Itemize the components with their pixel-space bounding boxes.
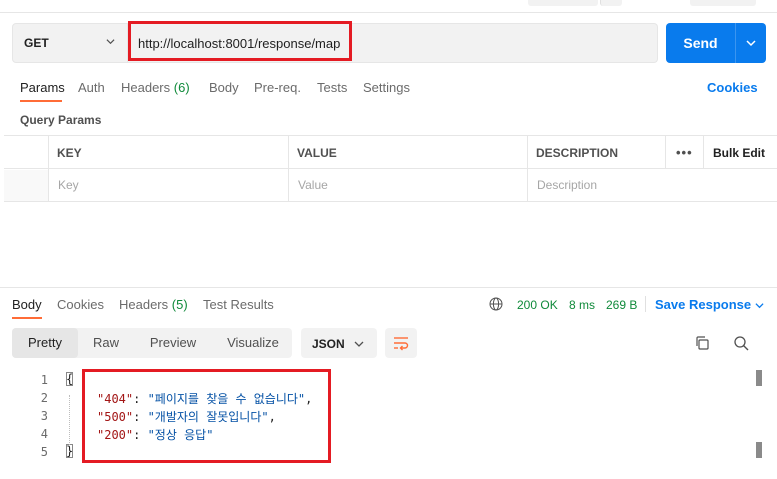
pane-divider[interactable] bbox=[0, 287, 777, 288]
chevron-down-icon bbox=[106, 39, 115, 45]
view-visualize[interactable]: Visualize bbox=[214, 328, 292, 358]
close-brace: } bbox=[66, 444, 74, 458]
tab-active-underline bbox=[20, 100, 62, 102]
line-number: 3 bbox=[40, 409, 48, 423]
bulk-edit-button[interactable]: Bulk Edit bbox=[713, 146, 765, 160]
send-divider bbox=[735, 23, 736, 63]
column-divider bbox=[288, 136, 289, 202]
cookies-link[interactable]: Cookies bbox=[707, 80, 758, 95]
toolbar-share-button[interactable] bbox=[690, 0, 756, 6]
tab-auth[interactable]: Auth bbox=[78, 80, 105, 95]
send-button[interactable]: Send bbox=[666, 23, 766, 63]
column-divider bbox=[703, 136, 704, 169]
toolbar-save-button[interactable] bbox=[528, 0, 598, 6]
chevron-down-icon bbox=[354, 341, 364, 347]
response-tab-headers[interactable]: Headers (5) bbox=[119, 297, 188, 312]
response-tab-body[interactable]: Body bbox=[12, 297, 42, 312]
tab-params[interactable]: Params bbox=[20, 80, 65, 95]
response-tab-cookies[interactable]: Cookies bbox=[57, 297, 104, 312]
open-brace: { bbox=[66, 372, 74, 386]
wrap-lines-button[interactable] bbox=[385, 328, 417, 358]
view-raw[interactable]: Raw bbox=[78, 328, 134, 358]
line-number: 4 bbox=[40, 427, 48, 441]
view-preview[interactable]: Preview bbox=[136, 328, 210, 358]
tab-headers-count: (6) bbox=[173, 80, 190, 95]
view-mode-selector: Pretty Raw Preview Visualize bbox=[12, 328, 292, 358]
line-number: 1 bbox=[40, 373, 48, 387]
format-select[interactable]: JSON bbox=[301, 328, 377, 358]
globe-icon[interactable] bbox=[489, 297, 503, 311]
search-icon[interactable] bbox=[733, 335, 749, 351]
column-divider bbox=[48, 136, 49, 202]
line-number: 2 bbox=[40, 391, 48, 405]
view-pretty[interactable]: Pretty bbox=[12, 328, 78, 358]
tab-headers-label: Headers bbox=[121, 80, 171, 95]
save-response-label: Save Response bbox=[655, 297, 752, 312]
tab-body[interactable]: Body bbox=[209, 80, 239, 95]
method-label: GET bbox=[24, 36, 49, 50]
url-highlight-box bbox=[128, 21, 352, 61]
column-header-description: DESCRIPTION bbox=[536, 146, 619, 160]
chevron-down-icon[interactable] bbox=[745, 37, 757, 49]
meta-divider bbox=[645, 296, 646, 312]
scrollbar-thumb[interactable] bbox=[756, 370, 762, 386]
status-code[interactable]: 200 OK bbox=[517, 298, 558, 312]
response-highlight-box bbox=[82, 369, 331, 463]
params-header-row bbox=[4, 136, 777, 169]
tab-headers[interactable]: Headers (6) bbox=[121, 80, 190, 95]
tab-pre-request[interactable]: Pre-req. bbox=[254, 80, 301, 95]
row-drag-handle[interactable] bbox=[4, 170, 48, 201]
line-number: 5 bbox=[40, 445, 48, 459]
column-divider bbox=[665, 136, 666, 169]
query-params-title: Query Params bbox=[20, 113, 102, 127]
params-table: KEY VALUE DESCRIPTION ••• Bulk Edit Key … bbox=[4, 135, 777, 202]
key-input[interactable]: Key bbox=[58, 178, 79, 192]
save-response-button[interactable]: Save Response bbox=[655, 297, 764, 312]
format-label: JSON bbox=[312, 337, 345, 351]
method-select[interactable]: GET bbox=[12, 23, 128, 63]
toolbar-save-dropdown[interactable] bbox=[600, 0, 622, 6]
chevron-down-icon bbox=[755, 303, 764, 309]
response-tab-headers-count: (5) bbox=[171, 297, 188, 312]
description-input[interactable]: Description bbox=[537, 178, 597, 192]
indent-guide bbox=[69, 395, 70, 445]
tab-tests[interactable]: Tests bbox=[317, 80, 347, 95]
send-label: Send bbox=[683, 35, 718, 51]
top-toolbar-strip bbox=[0, 0, 777, 13]
scrollbar-thumb[interactable] bbox=[756, 442, 762, 458]
wrap-lines-icon bbox=[394, 337, 409, 351]
tab-settings[interactable]: Settings bbox=[363, 80, 410, 95]
response-time[interactable]: 8 ms bbox=[569, 298, 595, 312]
response-size[interactable]: 269 B bbox=[606, 298, 637, 312]
more-options-icon[interactable]: ••• bbox=[676, 145, 693, 160]
copy-icon[interactable] bbox=[694, 335, 710, 351]
response-tab-headers-label: Headers bbox=[119, 297, 169, 312]
column-divider bbox=[527, 136, 528, 202]
column-header-key: KEY bbox=[57, 146, 82, 160]
response-tab-test-results[interactable]: Test Results bbox=[203, 297, 274, 312]
column-header-value: VALUE bbox=[297, 146, 337, 160]
value-input[interactable]: Value bbox=[298, 178, 328, 192]
response-tab-underline bbox=[12, 317, 42, 319]
